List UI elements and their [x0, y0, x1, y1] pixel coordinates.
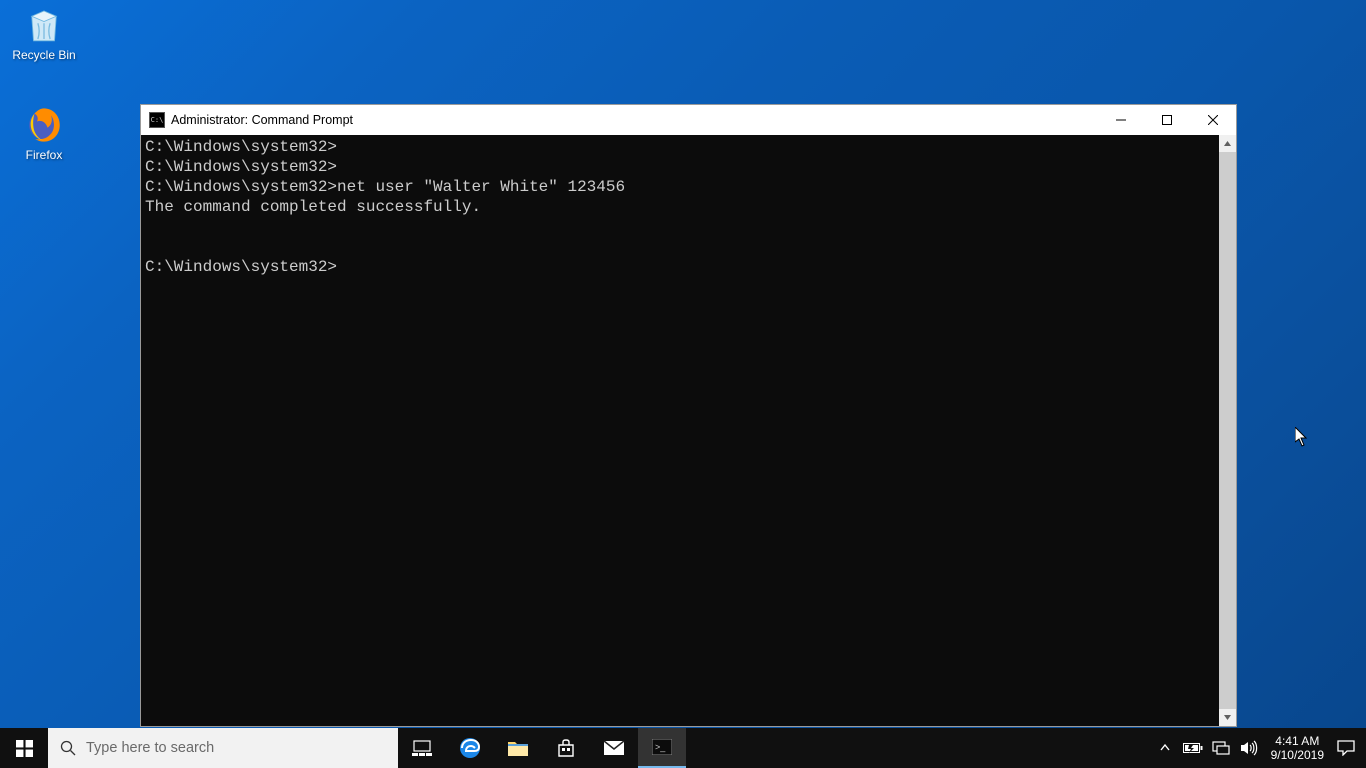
- search-icon: [60, 740, 76, 756]
- tray-volume[interactable]: [1235, 728, 1263, 768]
- task-view-button[interactable]: [398, 728, 446, 768]
- clock-time: 4:41 AM: [1275, 734, 1319, 748]
- scroll-up-button[interactable]: [1219, 135, 1236, 152]
- cmd-icon: C:\: [149, 112, 165, 128]
- taskbar-file-explorer[interactable]: [494, 728, 542, 768]
- show-desktop-button[interactable]: [1360, 728, 1366, 768]
- folder-icon: [507, 739, 529, 757]
- window-title: Administrator: Command Prompt: [171, 113, 353, 127]
- notification-icon: [1337, 740, 1355, 756]
- windows-logo-icon: [16, 740, 33, 757]
- taskbar-store[interactable]: [542, 728, 590, 768]
- task-view-icon: [412, 740, 432, 756]
- tray-action-center[interactable]: [1332, 728, 1360, 768]
- cmd-taskbar-icon: >_: [652, 739, 672, 755]
- volume-icon: [1240, 740, 1258, 756]
- search-input[interactable]: Type here to search: [48, 728, 398, 768]
- close-button[interactable]: [1190, 105, 1236, 135]
- tray-overflow-button[interactable]: [1151, 728, 1179, 768]
- taskbar: Type here to search: [0, 728, 1366, 768]
- desktop-icon-firefox[interactable]: Firefox: [6, 104, 82, 162]
- desktop-icon-label: Firefox: [6, 148, 82, 162]
- system-tray: 4:41 AM 9/10/2019: [1151, 728, 1366, 768]
- start-button[interactable]: [0, 728, 48, 768]
- scroll-down-button[interactable]: [1219, 709, 1236, 726]
- search-placeholder: Type here to search: [86, 740, 214, 756]
- scrollbar[interactable]: [1219, 135, 1236, 726]
- taskbar-command-prompt[interactable]: >_: [638, 728, 686, 768]
- terminal-output[interactable]: C:\Windows\system32> C:\Windows\system32…: [141, 135, 1219, 726]
- command-prompt-window: C:\ Administrator: Command Prompt C:\Win…: [140, 104, 1237, 727]
- tray-network[interactable]: [1207, 728, 1235, 768]
- maximize-button[interactable]: [1144, 105, 1190, 135]
- mouse-cursor: [1295, 427, 1309, 447]
- edge-icon: [458, 736, 482, 760]
- clock-date: 9/10/2019: [1271, 748, 1324, 762]
- firefox-icon: [23, 104, 65, 146]
- taskbar-edge[interactable]: [446, 728, 494, 768]
- store-icon: [556, 738, 576, 758]
- desktop-icon-label: Recycle Bin: [6, 48, 82, 62]
- taskbar-mail[interactable]: [590, 728, 638, 768]
- scroll-thumb[interactable]: [1219, 152, 1236, 709]
- tray-battery[interactable]: [1179, 728, 1207, 768]
- desktop-icon-recycle-bin[interactable]: Recycle Bin: [6, 4, 82, 62]
- svg-text:>_: >_: [655, 742, 666, 752]
- tray-clock[interactable]: 4:41 AM 9/10/2019: [1263, 728, 1332, 768]
- battery-icon: [1183, 742, 1203, 754]
- window-titlebar[interactable]: C:\ Administrator: Command Prompt: [141, 105, 1236, 135]
- chevron-up-icon: [1160, 743, 1170, 753]
- mail-icon: [603, 740, 625, 756]
- recycle-bin-icon: [23, 4, 65, 46]
- minimize-button[interactable]: [1098, 105, 1144, 135]
- network-icon: [1212, 741, 1230, 755]
- scroll-track[interactable]: [1219, 152, 1236, 709]
